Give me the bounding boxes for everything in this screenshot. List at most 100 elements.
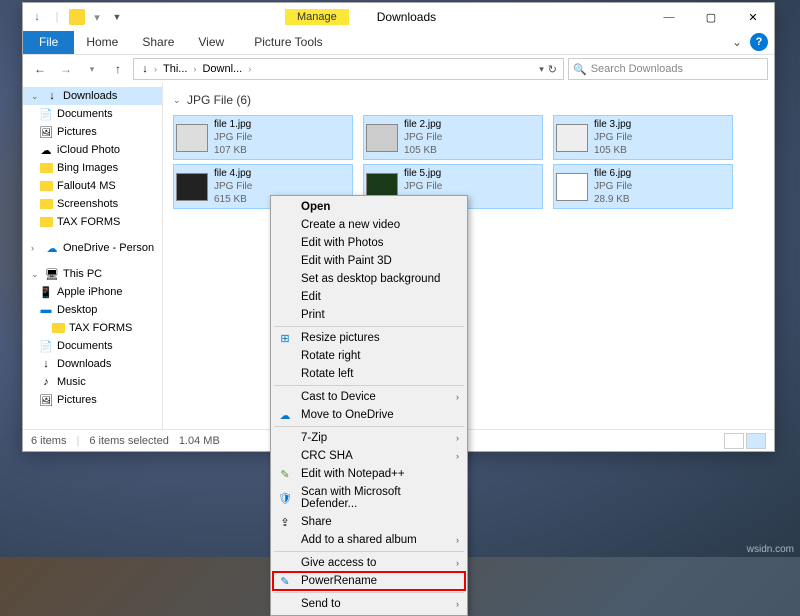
search-placeholder: Search Downloads bbox=[591, 63, 683, 75]
sidebar-item-label: Documents bbox=[57, 340, 113, 352]
tab-file[interactable]: File bbox=[23, 31, 74, 54]
cm-label: Scan with Microsoft Defender... bbox=[301, 486, 447, 510]
minimize-button[interactable]: — bbox=[648, 3, 690, 31]
sidebar-item-onedrive[interactable]: ›☁OneDrive - Person bbox=[23, 239, 162, 257]
cm-set-background[interactable]: Set as desktop background bbox=[273, 270, 465, 288]
icloud-icon: ☁ bbox=[39, 143, 53, 157]
cm-create-video[interactable]: Create a new video bbox=[273, 216, 465, 234]
folder-icon bbox=[39, 197, 53, 211]
qat-down-icon[interactable]: ↓ bbox=[29, 9, 45, 25]
file-name: file 5.jpg bbox=[404, 167, 442, 180]
cm-label: Resize pictures bbox=[301, 332, 380, 344]
sidebar-item-thispc[interactable]: ⌄🖥This PC bbox=[23, 265, 162, 283]
recent-locations-button[interactable]: ▾ bbox=[81, 58, 103, 80]
file-name: file 1.jpg bbox=[214, 118, 252, 131]
up-button[interactable]: ↑ bbox=[107, 58, 129, 80]
cm-7zip[interactable]: 7-Zip› bbox=[273, 429, 465, 447]
address-bar[interactable]: ↓ › Thi... › Downl... › ▾ ↻ bbox=[133, 58, 564, 80]
search-input[interactable]: 🔍 Search Downloads bbox=[568, 58, 768, 80]
iphone-icon: 📱 bbox=[39, 285, 53, 299]
cm-crc-sha[interactable]: CRC SHA› bbox=[273, 447, 465, 465]
sidebar-item-desktop[interactable]: ▬Desktop bbox=[23, 301, 162, 319]
sidebar-item-pictures2[interactable]: 🖼Pictures bbox=[23, 391, 162, 409]
sidebar-item-label: Pictures bbox=[57, 394, 97, 406]
folder-icon bbox=[51, 321, 65, 335]
refresh-button[interactable]: ↻ bbox=[546, 63, 559, 76]
maximize-button[interactable]: ▢ bbox=[690, 3, 732, 31]
tab-share[interactable]: Share bbox=[130, 31, 186, 54]
content-pane[interactable]: ⌄ JPG File (6) file 1.jpg JPG File 107 K… bbox=[163, 83, 774, 429]
thumbnail bbox=[556, 173, 588, 201]
cm-resize-pictures[interactable]: ⊞Resize pictures bbox=[273, 329, 465, 347]
cm-move-onedrive[interactable]: ☁Move to OneDrive bbox=[273, 406, 465, 424]
thumbnail bbox=[366, 124, 398, 152]
cm-notepad-plus-plus[interactable]: ✎Edit with Notepad++ bbox=[273, 465, 465, 483]
file-item[interactable]: file 3.jpg JPG File 105 KB bbox=[553, 115, 733, 160]
cm-label: Open bbox=[301, 201, 330, 213]
details-view-button[interactable] bbox=[724, 433, 744, 449]
file-item[interactable]: file 1.jpg JPG File 107 KB bbox=[173, 115, 353, 160]
sidebar-item-tax[interactable]: TAX FORMS bbox=[23, 213, 162, 231]
sidebar-item-music[interactable]: ♪Music bbox=[23, 373, 162, 391]
cm-powerrename[interactable]: ✎PowerRename bbox=[273, 572, 465, 590]
close-button[interactable]: ✕ bbox=[732, 3, 774, 31]
tab-home[interactable]: Home bbox=[74, 31, 130, 54]
help-button[interactable]: ? bbox=[750, 33, 768, 51]
sidebar-item-iphone[interactable]: 📱Apple iPhone bbox=[23, 283, 162, 301]
breadcrumb[interactable]: Downl... bbox=[198, 63, 246, 75]
cm-print[interactable]: Print bbox=[273, 306, 465, 324]
pc-icon: 🖥 bbox=[45, 267, 59, 281]
folder-icon bbox=[39, 215, 53, 229]
sidebar-item-tax2[interactable]: TAX FORMS bbox=[23, 319, 162, 337]
address-dropdown-icon[interactable]: ▾ bbox=[539, 64, 544, 75]
ribbon-tabs: File Home Share View Picture Tools ⌄ ? bbox=[23, 31, 774, 55]
file-name: file 4.jpg bbox=[214, 167, 252, 180]
file-item[interactable]: file 2.jpg JPG File 105 KB bbox=[363, 115, 543, 160]
cm-label: PowerRename bbox=[301, 575, 377, 587]
qat-dropdown-icon[interactable]: ▾ bbox=[89, 9, 105, 25]
cm-rotate-right[interactable]: Rotate right bbox=[273, 347, 465, 365]
cm-send-to[interactable]: Send to› bbox=[273, 595, 465, 613]
tab-view[interactable]: View bbox=[186, 31, 236, 54]
sidebar-item-downloads[interactable]: ⌄↓Downloads bbox=[23, 87, 162, 105]
cm-defender-scan[interactable]: 🛡Scan with Microsoft Defender... bbox=[273, 483, 465, 513]
cm-cast-to-device[interactable]: Cast to Device› bbox=[273, 388, 465, 406]
forward-button[interactable]: → bbox=[55, 58, 77, 80]
breadcrumb[interactable]: Thi... bbox=[159, 63, 191, 75]
documents-icon: 📄 bbox=[39, 107, 53, 121]
sidebar-item-downloads2[interactable]: ↓Downloads bbox=[23, 355, 162, 373]
cm-edit-photos[interactable]: Edit with Photos bbox=[273, 234, 465, 252]
sidebar-item-label: Music bbox=[57, 376, 86, 388]
desktop-icon: ▬ bbox=[39, 303, 53, 317]
cm-label: Give access to bbox=[301, 557, 376, 569]
tiles-view-button[interactable] bbox=[746, 433, 766, 449]
cm-label: Edit with Paint 3D bbox=[301, 255, 392, 267]
cm-add-shared-album[interactable]: Add to a shared album› bbox=[273, 531, 465, 549]
sidebar-item-label: Bing Images bbox=[57, 162, 118, 174]
sidebar-item-icloud[interactable]: ☁iCloud Photo bbox=[23, 141, 162, 159]
sidebar-item-documents[interactable]: 📄 Documents bbox=[23, 105, 162, 123]
cm-label: Edit with Photos bbox=[301, 237, 383, 249]
qat-overflow-icon[interactable]: ▼ bbox=[109, 9, 125, 25]
sidebar-item-bing[interactable]: Bing Images bbox=[23, 159, 162, 177]
sidebar-item-screenshots[interactable]: Screenshots bbox=[23, 195, 162, 213]
cm-edit[interactable]: Edit bbox=[273, 288, 465, 306]
sidebar-item-label: Documents bbox=[57, 108, 113, 120]
cm-open[interactable]: Open bbox=[273, 198, 465, 216]
downloads-icon: ↓ bbox=[39, 357, 53, 371]
ribbon-expand-icon[interactable]: ⌄ bbox=[724, 31, 750, 54]
context-tab-manage[interactable]: Manage bbox=[285, 9, 349, 25]
cm-label: Add to a shared album bbox=[301, 534, 417, 546]
cm-rotate-left[interactable]: Rotate left bbox=[273, 365, 465, 383]
sidebar-item-documents2[interactable]: 📄Documents bbox=[23, 337, 162, 355]
cm-label: Set as desktop background bbox=[301, 273, 440, 285]
crumb-sep-icon: › bbox=[154, 64, 157, 74]
cm-edit-paint3d[interactable]: Edit with Paint 3D bbox=[273, 252, 465, 270]
tab-picture-tools[interactable]: Picture Tools bbox=[242, 31, 334, 54]
sidebar-item-fallout[interactable]: Fallout4 MS bbox=[23, 177, 162, 195]
group-header[interactable]: ⌄ JPG File (6) bbox=[173, 89, 764, 111]
file-item[interactable]: file 6.jpg JPG File 28.9 KB bbox=[553, 164, 733, 209]
sidebar-item-pictures[interactable]: 🖼Pictures bbox=[23, 123, 162, 141]
cm-share[interactable]: ⇪Share bbox=[273, 513, 465, 531]
back-button[interactable]: ← bbox=[29, 58, 51, 80]
